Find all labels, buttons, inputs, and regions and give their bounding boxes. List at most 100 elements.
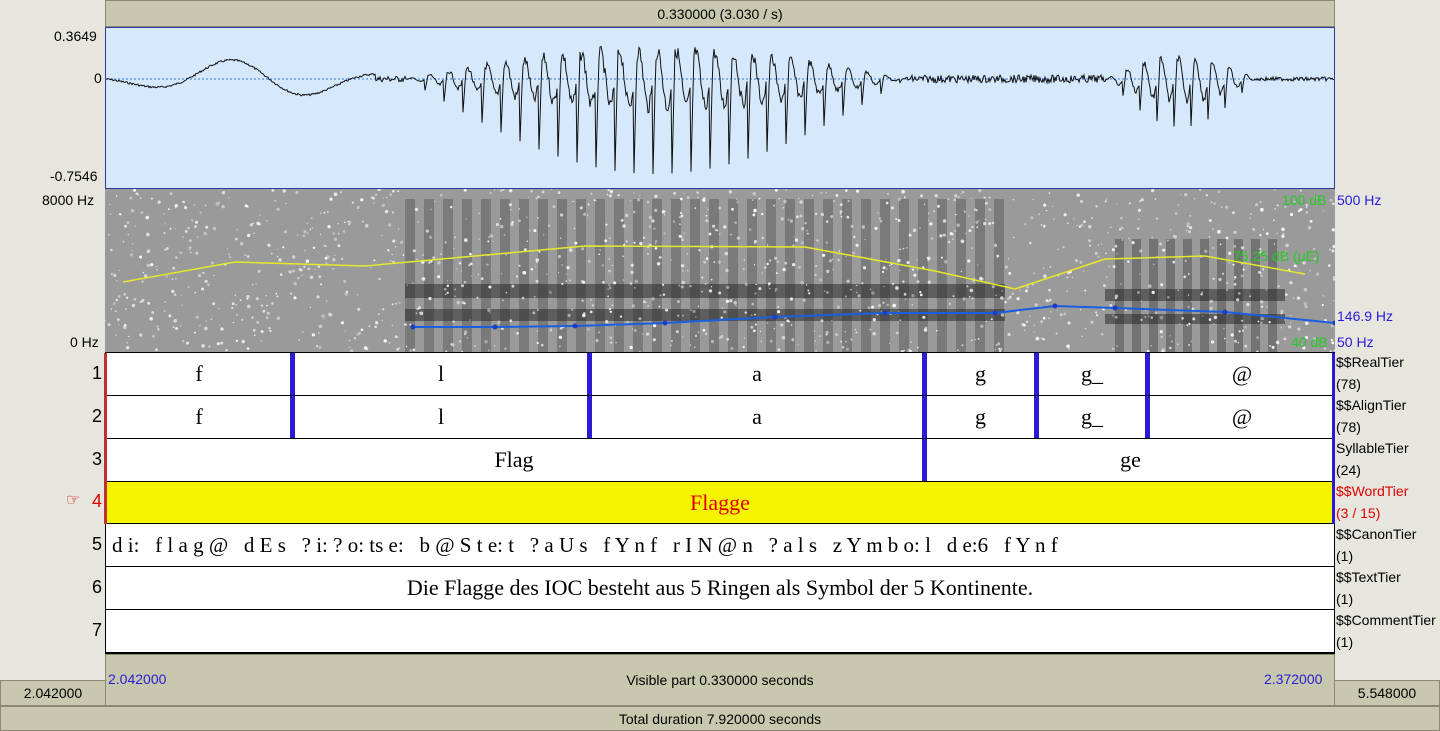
spectrogram-speckle xyxy=(439,193,443,197)
spectrogram-speckle xyxy=(974,282,976,284)
spectrogram-speckle xyxy=(923,203,926,205)
spectrogram-speckle xyxy=(252,328,256,332)
spectrogram-speckle xyxy=(716,229,719,232)
interval-ge[interactable]: ge xyxy=(927,439,1334,481)
interval-schwa[interactable]: @ xyxy=(1150,353,1334,395)
spectrogram-speckle xyxy=(220,341,224,345)
interval-g_[interactable]: g_ xyxy=(1039,396,1145,438)
spectrogram-speckle xyxy=(271,302,274,305)
spectrogram-speckle xyxy=(606,193,609,196)
spectrogram-speckle xyxy=(246,205,249,208)
spectrogram-panel[interactable] xyxy=(105,189,1335,352)
spectrogram-speckle xyxy=(228,256,232,259)
spectrogram-speckle xyxy=(654,194,658,198)
spectrogram-speckle xyxy=(622,279,625,281)
spectrogram-speckle xyxy=(509,208,512,211)
interval-f[interactable]: f xyxy=(106,353,292,395)
interval-l[interactable]: l xyxy=(295,396,587,438)
spectrogram-speckle xyxy=(1150,344,1153,347)
interval-flagge[interactable]: Flagge xyxy=(106,482,1334,523)
spectrogram-speckle xyxy=(710,286,713,288)
tier-number-5: 5 xyxy=(91,534,102,554)
spectrogram-speckle xyxy=(187,286,190,288)
tier-6[interactable]: Die Flagge des IOC besteht aus 5 Ringen … xyxy=(106,567,1334,610)
tier-name-1[interactable]: $$RealTier (78) xyxy=(1336,351,1404,395)
spectrogram-speckle xyxy=(1119,228,1122,231)
spectrogram-speckle xyxy=(726,337,730,341)
spectrogram-speckle xyxy=(195,315,199,319)
canon-text[interactable]: d i: f l a g @ d E s ? i: ? o: ts e: b @… xyxy=(106,524,1340,566)
spectrogram-speckle xyxy=(307,267,310,271)
spectrogram-speckle xyxy=(204,326,208,331)
spectrogram-speckle xyxy=(1104,200,1107,203)
selection-duration-bar[interactable]: 0.330000 (3.030 / s) xyxy=(105,0,1335,27)
spectrogram-speckle xyxy=(1217,190,1221,194)
right-unseen-bar[interactable]: 5.548000 xyxy=(1334,680,1440,706)
total-duration-bar[interactable]: Total duration 7.920000 seconds xyxy=(0,706,1440,731)
spectrogram-speckle xyxy=(450,279,452,281)
spectrogram-speckle xyxy=(1244,344,1248,348)
cursor-marker-left xyxy=(104,353,107,524)
visible-part-bar[interactable]: Visible part 0.330000 seconds xyxy=(105,654,1335,706)
spectrogram-speckle xyxy=(835,194,839,197)
interval-g[interactable]: g xyxy=(927,353,1034,395)
spectrogram-speckle xyxy=(552,205,556,209)
spectrogram-speckle xyxy=(532,311,536,315)
spectrogram-speckle xyxy=(1233,276,1237,279)
spectrogram-speckle xyxy=(583,312,586,315)
interval-flag[interactable]: Flag xyxy=(106,439,922,481)
spectrogram-speckle xyxy=(598,253,600,255)
spectrogram-speckle xyxy=(599,249,602,251)
spectrogram-speckle xyxy=(341,321,344,325)
tier-name-6[interactable]: $$TextTier (1) xyxy=(1336,566,1401,610)
tier-name-3[interactable]: SyllableTier (24) xyxy=(1336,437,1409,481)
tier-name-7[interactable]: $$CommentTier (1) xyxy=(1336,609,1436,653)
spectrogram-speckle xyxy=(789,297,794,301)
spectrogram-speckle xyxy=(1187,273,1190,275)
spectrogram-speckle xyxy=(619,315,623,318)
interval-g_[interactable]: g_ xyxy=(1039,353,1145,395)
spectrogram-speckle xyxy=(327,225,331,229)
tier-count: (1) xyxy=(1336,634,1354,650)
spectrogram-speckle xyxy=(587,260,591,263)
spectrogram-speckle xyxy=(705,214,708,217)
tier-name-4[interactable]: $$WordTier (3 / 15) xyxy=(1336,480,1408,524)
spectrogram-speckle xyxy=(406,284,408,286)
tier-7[interactable] xyxy=(106,610,1334,653)
spectrogram-speckle xyxy=(152,334,155,338)
spectrogram-speckle xyxy=(949,303,951,305)
tier-2[interactable]: f l a g g_ @ xyxy=(106,396,1334,439)
spectrogram-speckle xyxy=(913,273,917,277)
tier-count: (1) xyxy=(1336,548,1354,564)
interval-f[interactable]: f xyxy=(106,396,292,438)
spectrogram-speckle xyxy=(823,290,826,292)
spectrogram-speckle xyxy=(1048,317,1050,320)
spectrogram-speckle xyxy=(735,304,737,307)
waveform-panel[interactable] xyxy=(105,27,1335,189)
interval-l[interactable]: l xyxy=(295,353,587,395)
spectrogram-speckle xyxy=(924,326,928,330)
interval-a[interactable]: a xyxy=(592,353,922,395)
tier-1[interactable]: f l a g g_ @ xyxy=(106,353,1334,396)
tier-name-5[interactable]: $$CanonTier (1) xyxy=(1336,523,1416,567)
tier-5[interactable]: d i: f l a g @ d E s ? i: ? o: ts e: b @… xyxy=(106,524,1334,567)
spectrogram-speckle xyxy=(975,220,979,224)
glottal-pulse-band xyxy=(576,199,586,352)
spectrogram-speckle xyxy=(761,236,764,240)
comment-text[interactable] xyxy=(106,610,1334,652)
left-unseen-bar[interactable]: 2.042000 xyxy=(0,680,106,706)
interval-a[interactable]: a xyxy=(592,396,922,438)
spectrogram-speckle xyxy=(1068,348,1070,350)
tier-4[interactable]: Flagge xyxy=(106,482,1334,524)
spectrogram-speckle xyxy=(892,282,895,285)
spectrogram-speckle xyxy=(205,320,207,322)
text-sentence[interactable]: Die Flagge des IOC besteht aus 5 Ringen … xyxy=(106,567,1334,609)
interval-g[interactable]: g xyxy=(927,396,1034,438)
interval-schwa[interactable]: @ xyxy=(1150,396,1334,438)
spectrogram-speckle xyxy=(291,269,296,273)
tier-3[interactable]: Flag ge xyxy=(106,439,1334,482)
spectrogram-speckle xyxy=(1210,201,1213,203)
spectrogram-speckle xyxy=(163,231,166,235)
tier-name-2[interactable]: $$AlignTier (78) xyxy=(1336,394,1406,438)
spectrogram-speckle xyxy=(826,291,829,294)
